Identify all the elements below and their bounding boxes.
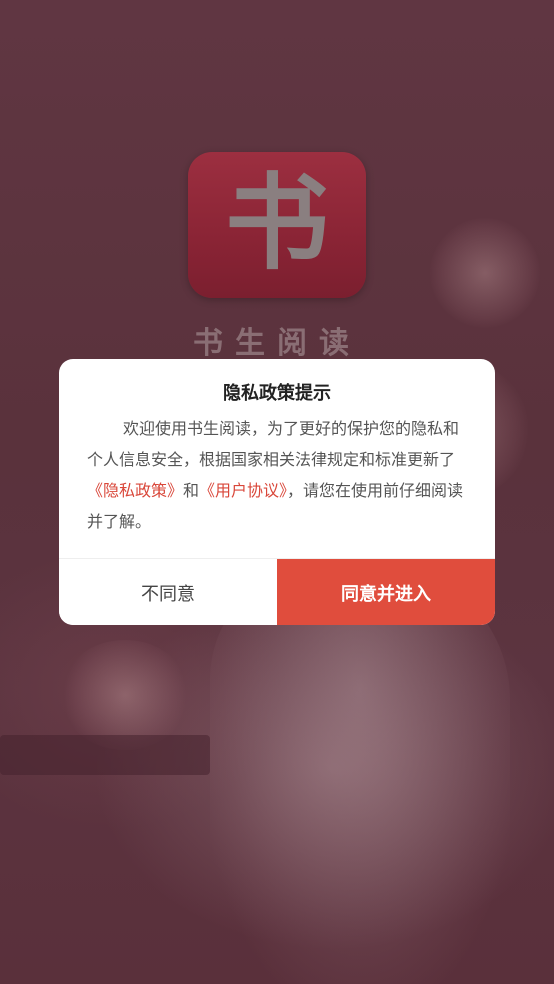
dialog-actions: 不同意 同意并进入 (59, 558, 495, 625)
illustration-table (0, 735, 210, 775)
logo-glyph: 书 (224, 161, 329, 284)
lantern-decoration (430, 218, 540, 328)
dialog-body: 欢迎使用书生阅读，为了更好的保护您的隐私和个人信息安全，根据国家相关法律规定和标… (87, 413, 467, 537)
decline-button[interactable]: 不同意 (59, 559, 277, 625)
dialog-title: 隐私政策提示 (223, 383, 331, 404)
app-logo: 书 (188, 152, 366, 298)
body-connector: 和 (183, 481, 200, 500)
app-name: 书生阅读 (193, 326, 361, 361)
body-intro: 欢迎使用书生阅读，为了更好的保护您的隐私和个人信息安全，根据国家相关法律规定和标… (87, 419, 460, 469)
lantern-decoration (60, 640, 190, 750)
accept-button[interactable]: 同意并进入 (277, 559, 495, 625)
privacy-dialog: 隐私政策提示 欢迎使用书生阅读，为了更好的保护您的隐私和个人信息安全，根据国家相… (59, 359, 495, 625)
privacy-policy-link[interactable]: 《隐私政策》 (87, 481, 183, 500)
user-agreement-link[interactable]: 《用户协议》 (199, 481, 287, 500)
